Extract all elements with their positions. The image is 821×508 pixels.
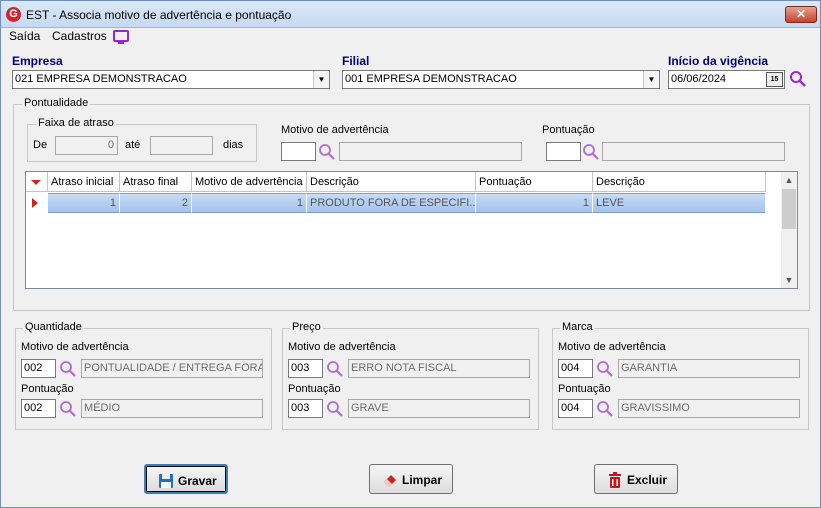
- app-logo-icon: G: [6, 7, 21, 22]
- menu-cadastros[interactable]: Cadastros: [52, 29, 107, 43]
- search-icon[interactable]: [59, 360, 77, 378]
- search-icon[interactable]: [326, 400, 344, 418]
- quantidade-pontuacao-code[interactable]: 002: [21, 399, 56, 418]
- de-field[interactable]: 0: [55, 136, 118, 155]
- faixa-label: Faixa de atraso: [36, 117, 116, 129]
- row-indicator-icon: [26, 193, 48, 213]
- col-pontuacao[interactable]: Pontuação: [476, 172, 593, 192]
- motivo-desc-field: [339, 142, 522, 161]
- data-grid[interactable]: Atraso inicial Atraso final Motivo de ad…: [25, 171, 798, 289]
- motivo-code-field[interactable]: [281, 142, 316, 161]
- search-icon[interactable]: [59, 400, 77, 418]
- marca-motivo-code[interactable]: 004: [558, 359, 593, 378]
- pontualidade-label: Pontualidade: [22, 97, 91, 109]
- pontuacao-code-field[interactable]: [546, 142, 581, 161]
- preco-motivo-label: Motivo de advertência: [288, 341, 396, 353]
- pontuacao-label: Pontuação: [542, 124, 595, 136]
- marca-motivo-label: Motivo de advertência: [558, 341, 666, 353]
- preco-pontuacao-label: Pontuação: [288, 383, 341, 395]
- filial-value: 001 EMPRESA DEMONSTRACAO: [345, 73, 517, 85]
- empresa-select[interactable]: 021 EMPRESA DEMONSTRACAO ▼: [12, 70, 330, 89]
- scroll-down-icon[interactable]: ▼: [781, 272, 797, 288]
- search-icon[interactable]: [582, 143, 600, 161]
- col-atraso-inicial[interactable]: Atraso inicial: [48, 172, 120, 192]
- grid-menu-icon[interactable]: [26, 172, 48, 192]
- calendar-icon[interactable]: 15: [766, 72, 783, 87]
- motivo-label: Motivo de advertência: [281, 124, 389, 136]
- vigencia-label: Início da vigência: [668, 54, 769, 68]
- gravar-label: Gravar: [178, 474, 217, 488]
- marca-pontuacao-label: Pontuação: [558, 383, 611, 395]
- search-icon[interactable]: [596, 360, 614, 378]
- filial-label: Filial: [342, 54, 370, 68]
- cell-pontuacao[interactable]: 1: [476, 193, 593, 213]
- cell-descricao[interactable]: PRODUTO FORA DE ESPECIFI...: [307, 193, 476, 213]
- quantidade-motivo-label: Motivo de advertência: [21, 341, 129, 353]
- vigencia-value: 06/06/2024: [671, 73, 727, 85]
- monitor-icon[interactable]: [113, 30, 129, 44]
- quantidade-motivo-code[interactable]: 002: [21, 359, 56, 378]
- search-icon[interactable]: [318, 143, 336, 161]
- preco-pontuacao-code[interactable]: 003: [288, 399, 323, 418]
- empresa-label: Empresa: [12, 54, 63, 68]
- scroll-up-icon[interactable]: ▲: [781, 172, 797, 188]
- marca-pontuacao-desc: GRAVISSIMO: [618, 399, 800, 418]
- limpar-label: Limpar: [402, 473, 443, 487]
- excluir-button[interactable]: Excluir: [594, 464, 678, 494]
- col-atraso-final[interactable]: Atraso final: [120, 172, 192, 192]
- ate-field[interactable]: [150, 136, 213, 155]
- trash-icon: [609, 472, 621, 488]
- ate-label: até: [125, 139, 141, 151]
- filial-select[interactable]: 001 EMPRESA DEMONSTRACAO ▼: [342, 70, 660, 89]
- vigencia-date-field[interactable]: 06/06/2024 15: [668, 70, 785, 89]
- save-icon: [159, 474, 173, 488]
- excluir-label: Excluir: [627, 473, 668, 487]
- cell-atraso-final[interactable]: 2: [120, 193, 192, 213]
- gravar-button[interactable]: Gravar: [144, 464, 228, 494]
- limpar-button[interactable]: Limpar: [369, 464, 453, 494]
- marca-pontuacao-code[interactable]: 004: [558, 399, 593, 418]
- search-icon[interactable]: [326, 360, 344, 378]
- col-descricao-pontuacao[interactable]: Descrição: [593, 172, 766, 192]
- cell-motivo[interactable]: 1: [192, 193, 307, 213]
- marca-motivo-desc: GARANTIA: [618, 359, 800, 378]
- preco-label: Preço: [290, 321, 323, 333]
- dias-label: dias: [223, 139, 244, 151]
- title-bar: G EST - Associa motivo de advertência e …: [1, 1, 820, 28]
- search-icon[interactable]: [596, 400, 614, 418]
- pontuacao-desc-field: [602, 142, 785, 161]
- quantidade-label: Quantidade: [23, 321, 84, 333]
- marca-label: Marca: [560, 321, 595, 333]
- search-icon[interactable]: [789, 70, 807, 88]
- preco-motivo-desc: ERRO NOTA FISCAL: [348, 359, 530, 378]
- cell-atraso-inicial[interactable]: 1: [48, 193, 120, 213]
- grid-scrollbar[interactable]: ▲ ▼: [781, 172, 797, 288]
- de-label: De: [33, 139, 48, 151]
- eraser-icon: [384, 475, 396, 487]
- quantidade-motivo-desc: PONTUALIDADE / ENTREGA FORA: [81, 359, 263, 378]
- close-button[interactable]: ✕: [785, 6, 817, 23]
- preco-motivo-code[interactable]: 003: [288, 359, 323, 378]
- col-motivo[interactable]: Motivo de advertência: [192, 172, 307, 192]
- window-title: EST - Associa motivo de advertência e po…: [26, 8, 292, 22]
- quantidade-pontuacao-label: Pontuação: [21, 383, 74, 395]
- main-window: G EST - Associa motivo de advertência e …: [0, 0, 821, 508]
- chevron-down-icon[interactable]: ▼: [313, 71, 329, 88]
- col-descricao[interactable]: Descrição: [307, 172, 476, 192]
- preco-pontuacao-desc: GRAVE: [348, 399, 530, 418]
- scroll-thumb[interactable]: [782, 189, 796, 229]
- menu-bar: Saída Cadastros: [1, 28, 820, 46]
- cell-descricao-pontuacao[interactable]: LEVE: [593, 193, 766, 213]
- quantidade-pontuacao-desc: MÉDIO: [81, 399, 263, 418]
- chevron-down-icon[interactable]: ▼: [643, 71, 659, 88]
- menu-saida[interactable]: Saída: [9, 29, 40, 43]
- empresa-value: 021 EMPRESA DEMONSTRACAO: [15, 73, 187, 85]
